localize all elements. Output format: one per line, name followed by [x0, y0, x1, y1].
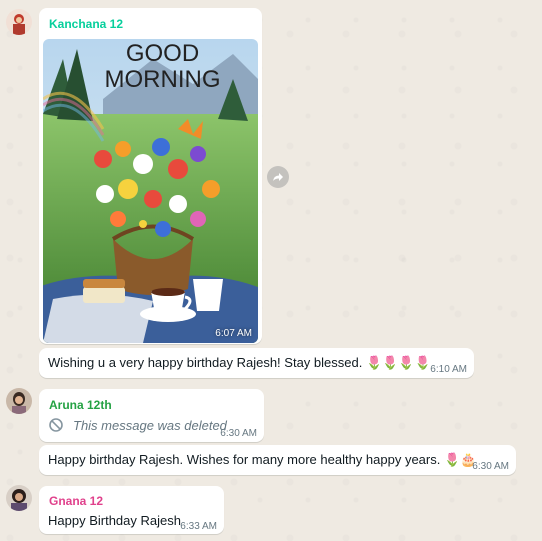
deleted-icon: [49, 418, 63, 432]
sender-name[interactable]: Gnana 12: [49, 494, 103, 508]
message-timestamp: 6:30 AM: [472, 461, 509, 472]
message-timestamp: 6:30 AM: [220, 428, 257, 439]
avatar-kanchana[interactable]: [6, 9, 32, 35]
message-text: Happy Birthday Rajesh: [48, 513, 181, 528]
good-morning-image[interactable]: GOOD MORNING 6:07 AM: [43, 39, 258, 343]
forward-icon: [273, 173, 283, 181]
text-message-bubble[interactable]: Wishing u a very happy birthday Rajesh! …: [39, 348, 474, 378]
message-text: Happy birthday Rajesh. Wishes for many m…: [48, 452, 477, 467]
image-overlay-text: GOOD MORNING: [104, 40, 221, 93]
message-text: Wishing u a very happy birthday Rajesh! …: [48, 355, 431, 370]
avatar-aruna[interactable]: [6, 388, 32, 414]
avatar-gnana[interactable]: [6, 485, 32, 511]
deleted-message-text: This message was deleted: [73, 418, 227, 433]
sender-name[interactable]: Kanchana 12: [49, 17, 123, 31]
text-message-bubble[interactable]: Happy birthday Rajesh. Wishes for many m…: [39, 445, 516, 475]
sender-name[interactable]: Aruna 12th: [49, 398, 112, 412]
image-message-bubble[interactable]: Kanchana 12 GOOD MORNING 6:07 AM: [39, 8, 262, 344]
message-timestamp: 6:33 AM: [180, 521, 217, 532]
text-message-bubble[interactable]: Gnana 12 Happy Birthday Rajesh 6:33 AM: [39, 486, 224, 534]
forward-button[interactable]: [267, 166, 289, 188]
deleted-message-bubble[interactable]: Aruna 12th This message was deleted 6:30…: [39, 389, 264, 442]
message-timestamp: 6:10 AM: [430, 364, 467, 375]
image-timestamp: 6:07 AM: [215, 328, 252, 339]
